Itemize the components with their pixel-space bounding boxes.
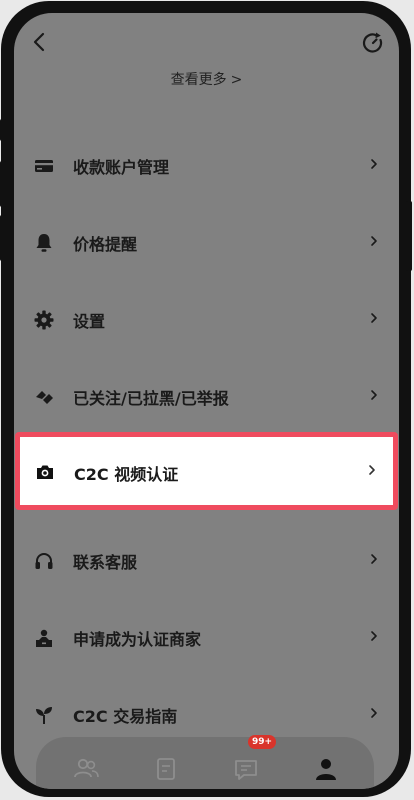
unread-badge: 99+: [248, 735, 277, 749]
tab-people-icon[interactable]: [72, 755, 100, 783]
phone-frame: 查看更多 > 收款账户管理 价格提醒 设置 已关注/已拉黑/已举报 C2C 视频…: [0, 1, 412, 797]
menu-item-label: C2C 交易指南: [73, 707, 178, 726]
sprout-icon: [36, 707, 52, 724]
tab-chat-icon[interactable]: [232, 755, 260, 783]
menu-item-payment-accounts[interactable]: 收款账户管理: [14, 127, 399, 203]
chevron-right-icon: [371, 554, 377, 564]
chevron-right-icon: [371, 390, 377, 400]
chevron-right-icon: [371, 236, 377, 246]
menu-item-label: 设置: [73, 312, 106, 331]
chevron-right-icon: [371, 631, 377, 641]
phone-power-button: [406, 201, 412, 271]
tab-orders-icon[interactable]: [152, 755, 180, 783]
see-more-label: 查看更多: [170, 72, 227, 88]
menu-item-label: C2C 视频认证: [74, 465, 179, 484]
back-chevron-icon[interactable]: [30, 31, 50, 53]
gear-icon: [34, 310, 54, 330]
menu-item-label: 收款账户管理: [73, 158, 170, 177]
menu-item-c2c-video-verification[interactable]: C2C 视频认证: [15, 432, 398, 510]
phone-side-button: [0, 119, 6, 141]
headset-icon: [35, 553, 53, 569]
bottom-tab-bar: 99+: [36, 735, 374, 789]
screen: 查看更多 > 收款账户管理 价格提醒 设置 已关注/已拉黑/已举报 C2C 视频…: [14, 13, 399, 789]
phone-side-button: [0, 215, 6, 261]
see-more-chevron: >: [230, 72, 243, 88]
menu-item-price-alerts[interactable]: 价格提醒: [14, 204, 399, 280]
card-icon: [35, 160, 53, 172]
menu-item-settings[interactable]: 设置: [14, 281, 399, 357]
bell-icon: [36, 234, 52, 252]
menu-item-label: 申请成为认证商家: [73, 630, 202, 649]
menu-item-become-merchant[interactable]: 申请成为认证商家: [14, 599, 399, 675]
chevron-right-icon: [371, 313, 377, 323]
phone-side-button: [0, 161, 6, 207]
chevron-right-icon: [369, 465, 375, 475]
menu-item-customer-service[interactable]: 联系客服: [14, 522, 399, 598]
menu-item-label: 已关注/已拉黑/已举报: [73, 389, 229, 408]
merchant-icon: [36, 629, 52, 647]
tag-icon: [36, 391, 53, 404]
tab-profile-icon[interactable]: [312, 755, 340, 783]
refresh-timer-icon[interactable]: [361, 31, 385, 55]
chevron-right-icon: [371, 708, 377, 718]
chevron-right-icon: [371, 159, 377, 169]
menu-item-follow-block-report[interactable]: 已关注/已拉黑/已举报: [14, 358, 399, 434]
menu-item-label: 联系客服: [73, 553, 138, 572]
menu-item-label: 价格提醒: [73, 235, 138, 254]
top-bar: [14, 13, 399, 69]
see-more-link[interactable]: 查看更多 >: [14, 69, 399, 89]
camera-icon: [37, 465, 53, 479]
